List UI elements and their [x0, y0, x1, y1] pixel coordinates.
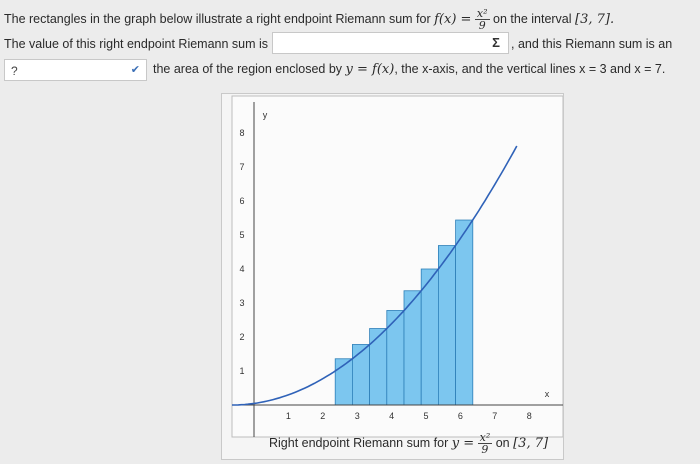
caption-math: y = [451, 435, 475, 451]
interval: [3, 7]. [575, 11, 615, 27]
question-line-3: the area of the region enclosed by y = f… [153, 62, 665, 77]
riemann-bar [351, 344, 370, 406]
select-value: ? [11, 64, 18, 78]
y-tick-label: 7 [239, 162, 244, 172]
riemann-bar [386, 310, 405, 406]
x-tick-label: 5 [423, 411, 428, 421]
riemann-bar [369, 328, 388, 406]
question-text-interval-label: on the interval [493, 11, 572, 26]
caption-interval: [3, 7] [513, 435, 549, 451]
question-text: the area of the region enclosed by [153, 62, 343, 76]
x-tick-label: 1 [286, 411, 291, 421]
function-fraction: x² 9 [474, 8, 490, 32]
riemann-graph-panel: 1 2 3 4 5 6 7 8 1 2 3 4 5 6 7 8 y x [221, 93, 564, 460]
caption-denominator: 9 [481, 443, 489, 456]
x-tick-label: 2 [320, 411, 325, 421]
riemann-sum-input[interactable]: Σ [272, 32, 509, 54]
question-line-1: The rectangles in the graph below illust… [4, 8, 614, 31]
riemann-bar [455, 219, 474, 406]
caption-text: Right endpoint Riemann sum for [269, 435, 449, 450]
caption-fraction: x² 9 [477, 432, 493, 456]
y-tick-label: 5 [239, 230, 244, 240]
graph-caption: Right endpoint Riemann sum for y = x² 9 … [269, 432, 548, 455]
caption-on: on [495, 435, 510, 450]
riemann-chart: 1 2 3 4 5 6 7 8 1 2 3 4 5 6 7 8 y x [231, 95, 564, 438]
riemann-bar [437, 245, 456, 406]
chevron-down-icon: ✔ [130, 64, 140, 76]
x-tick-label: 4 [389, 411, 394, 421]
question-line-2: The value of this right endpoint Riemann… [4, 37, 269, 51]
x-tick-label: 6 [458, 411, 463, 421]
math-y-eq-f: y = f(x) [345, 62, 395, 77]
y-tick-label: 8 [239, 128, 244, 138]
sigma-icon[interactable]: Σ [488, 36, 504, 50]
y-tick-label: 4 [239, 264, 244, 274]
comparison-select[interactable]: ? ✔ [4, 59, 147, 81]
y-tick-label: 2 [239, 332, 244, 342]
question-text: The rectangles in the graph below illust… [4, 11, 431, 26]
question-line-2-tail: , and this Riemann sum is an [511, 37, 673, 51]
y-tick-label: 1 [239, 366, 244, 376]
y-axis-label: y [263, 110, 268, 120]
fraction-denominator: 9 [478, 19, 486, 32]
x-tick-label: 3 [355, 411, 360, 421]
x-tick-label: 8 [527, 411, 532, 421]
x-axis-label: x [545, 389, 550, 399]
function-lhs: f(x) = [434, 11, 472, 27]
y-tick-label: 6 [239, 196, 244, 206]
y-tick-label: 3 [239, 298, 244, 308]
question-text: , the x-axis, and the vertical lines x =… [394, 62, 666, 76]
riemann-bar [420, 268, 439, 406]
x-tick-label: 7 [492, 411, 497, 421]
